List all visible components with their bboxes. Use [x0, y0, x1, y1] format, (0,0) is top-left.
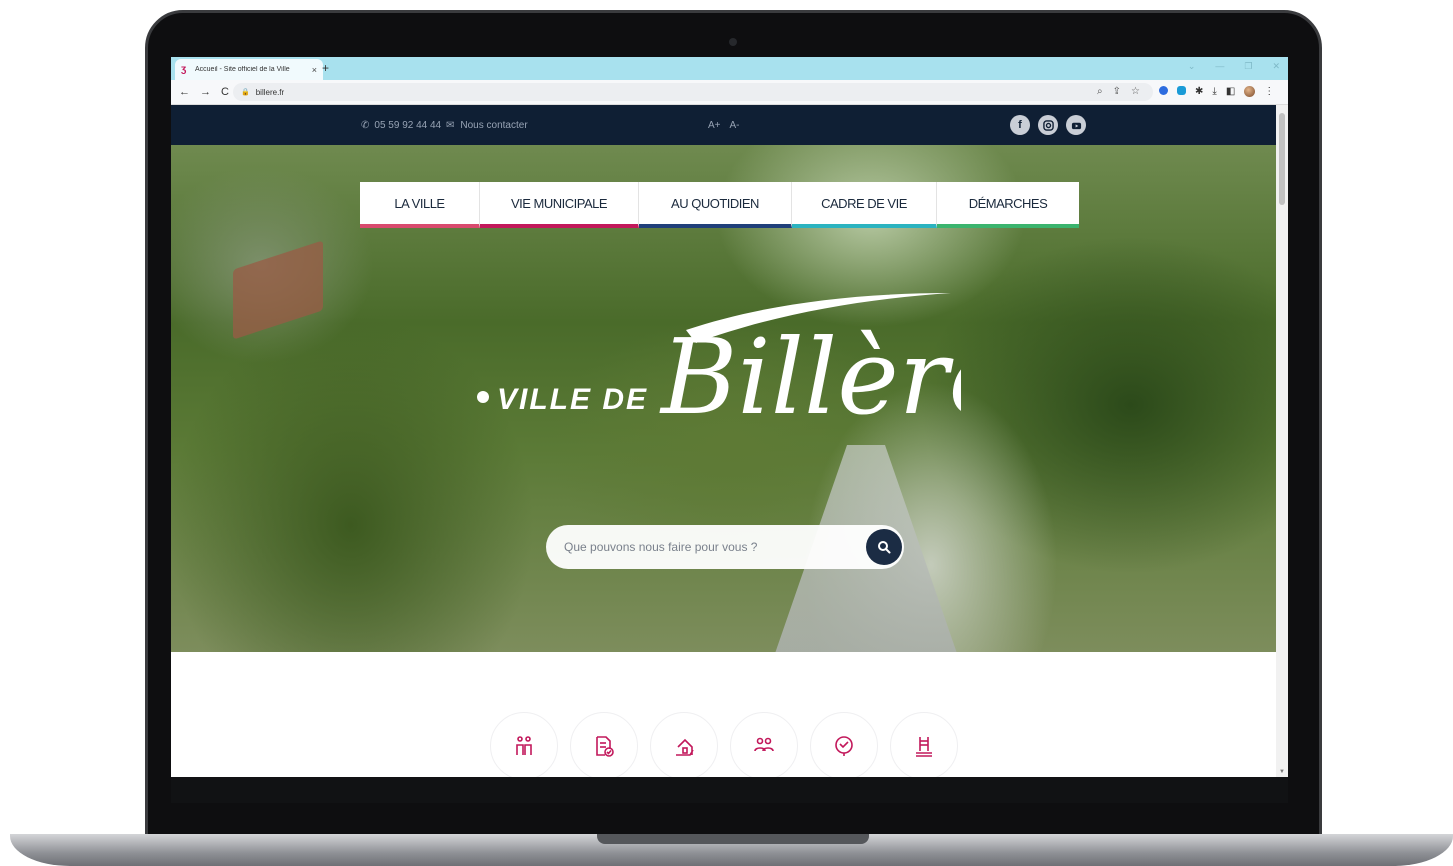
profile-avatar[interactable] — [1244, 86, 1256, 97]
scrollbar-thumb[interactable] — [1279, 113, 1285, 205]
browser-menu-icon[interactable]: ⋮ — [1264, 86, 1274, 97]
site-top-bar: ✆ 05 59 92 44 44 ✉ Nous contacter A+ A- … — [171, 105, 1276, 145]
reload-button[interactable]: C — [221, 86, 229, 98]
hero-banner: LA VILLE VIE MUNICIPALE AU QUOTIDIEN CAD… — [171, 145, 1276, 652]
screen-bezel-bottom — [171, 777, 1288, 803]
nav-buttons: ← → C — [179, 86, 229, 98]
font-increase-button[interactable]: A+ — [708, 120, 721, 131]
forward-button[interactable]: → — [200, 86, 211, 98]
site-favicon-icon: ʒ — [181, 63, 187, 75]
nav-item-demarches[interactable]: DÉMARCHES — [937, 182, 1079, 228]
quick-access-housing[interactable] — [650, 712, 718, 777]
nav-item-la-ville[interactable]: LA VILLE — [360, 182, 480, 228]
community-icon — [754, 737, 774, 752]
window-controls: ⌄ — ❐ ✕ — [1188, 61, 1280, 72]
extension-blue-icon[interactable] — [1159, 86, 1168, 95]
webcam-dot — [729, 38, 737, 46]
new-tab-button[interactable]: + — [322, 61, 329, 75]
search-icon — [878, 541, 891, 554]
contact-link[interactable]: ✉ Nous contacter — [446, 120, 528, 131]
restore-icon[interactable]: ❐ — [1244, 61, 1252, 72]
nav-item-cadre-de-vie[interactable]: CADRE DE VIE — [792, 182, 937, 228]
download-icon[interactable]: ⤓ — [1212, 86, 1216, 97]
phone-icon: ✆ — [361, 120, 370, 131]
phone-link[interactable]: ✆ 05 59 92 44 44 — [361, 120, 441, 131]
share-icon[interactable]: ⇪ — [1113, 86, 1121, 97]
quick-access-bar — [490, 712, 958, 777]
billere-logo: VILLE DE Billère — [477, 293, 961, 435]
browser-toolbar: ← → C 🔒 billere.fr ⌕ ⇪ ☆ ✱ ⤓ ◧ ⋮ — [171, 80, 1288, 105]
pool-ladder-icon — [916, 737, 932, 757]
search-button[interactable] — [866, 529, 902, 565]
scroll-down-icon[interactable]: ▼ — [1279, 769, 1285, 775]
lock-icon: 🔒 — [241, 89, 250, 96]
phone-number: 05 59 92 44 44 — [374, 120, 442, 131]
font-decrease-button[interactable]: A- — [730, 120, 740, 131]
tab-title: Accueil - Site officiel de la Ville — [195, 66, 290, 73]
logo-dot — [477, 391, 489, 403]
address-bar[interactable]: 🔒 billere.fr — [233, 83, 1153, 101]
laptop-base-notch — [597, 834, 869, 844]
minimize-icon[interactable]: — — [1215, 61, 1224, 72]
side-panel-icon[interactable]: ◧ — [1226, 86, 1235, 97]
browser-tab-bar: ʒ Accueil - Site officiel de la Ville × … — [171, 57, 1288, 80]
quick-access-family[interactable] — [490, 712, 558, 777]
window-dropdown-icon[interactable]: ⌄ — [1188, 61, 1196, 72]
main-navigation: LA VILLE VIE MUNICIPALE AU QUOTIDIEN CAD… — [360, 182, 1079, 228]
family-icon — [516, 736, 532, 755]
instagram-icon[interactable] — [1038, 115, 1058, 135]
logo-name: Billère — [659, 316, 961, 435]
tab-close-icon[interactable]: × — [312, 65, 317, 75]
extension-icons: ✱ ⤓ ◧ ⋮ — [1159, 86, 1274, 97]
nav-item-vie-municipale[interactable]: VIE MUNICIPALE — [480, 182, 639, 228]
browser-tab[interactable]: ʒ Accueil - Site officiel de la Ville × — [175, 59, 323, 80]
facebook-icon[interactable]: f — [1010, 115, 1030, 135]
quick-access-solidarity[interactable] — [810, 712, 878, 777]
page-scrollbar[interactable]: ▼ — [1276, 105, 1288, 777]
quick-access-documents[interactable] — [570, 712, 638, 777]
hero-roof-shape — [233, 240, 323, 340]
bookmark-star-icon[interactable]: ☆ — [1131, 86, 1140, 97]
extensions-puzzle-icon[interactable]: ✱ — [1195, 86, 1203, 97]
contact-label: Nous contacter — [460, 120, 528, 131]
address-bar-icons: ⌕ ⇪ ☆ — [1097, 86, 1140, 97]
envelope-icon: ✉ — [446, 120, 455, 131]
browser-screen: ʒ Accueil - Site officiel de la Ville × … — [171, 57, 1288, 777]
hand-house-icon — [676, 738, 694, 756]
handshake-icon — [835, 736, 853, 756]
extension-cloud-icon[interactable] — [1177, 86, 1186, 95]
search-bar — [546, 525, 904, 569]
quick-access-pool[interactable] — [890, 712, 958, 777]
font-size-controls: A+ A- — [708, 120, 740, 131]
url-text: billere.fr — [255, 87, 285, 97]
nav-item-au-quotidien[interactable]: AU QUOTIDIEN — [639, 182, 792, 228]
close-window-icon[interactable]: ✕ — [1272, 61, 1280, 72]
zoom-icon[interactable]: ⌕ — [1097, 86, 1103, 97]
search-input[interactable] — [564, 525, 864, 569]
back-button[interactable]: ← — [179, 86, 190, 98]
logo-prefix: VILLE DE — [497, 383, 648, 416]
document-check-icon — [596, 736, 614, 757]
quick-access-community[interactable] — [730, 712, 798, 777]
social-links: f — [1010, 115, 1086, 135]
youtube-icon[interactable] — [1066, 115, 1086, 135]
